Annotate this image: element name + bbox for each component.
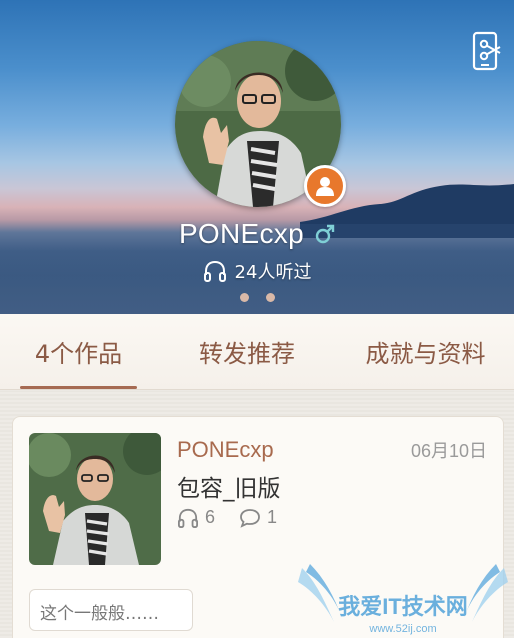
work-date: 06月10日: [410, 441, 487, 461]
carousel-dots: [0, 293, 514, 302]
comment-preview[interactable]: 这个一般般……: [29, 589, 193, 631]
male-icon: [315, 224, 335, 244]
work-stats: 6 1: [177, 507, 277, 528]
work-title[interactable]: 包容_旧版: [177, 469, 281, 503]
comment-icon: [240, 508, 260, 528]
user-badge-icon: [316, 177, 334, 196]
work-cover-image: [29, 433, 161, 565]
headphones-icon: [203, 260, 226, 282]
tab-works[interactable]: 4个作品: [0, 314, 157, 389]
profile-name-row: PONEcxp: [0, 218, 514, 250]
verified-user-badge: [304, 165, 346, 207]
scissors-phone-icon: [472, 31, 501, 71]
profile-header: PONEcxp 24人听过: [0, 0, 514, 314]
comment-count: 1: [267, 507, 278, 527]
listener-count-row: 24人听过: [0, 258, 514, 284]
carousel-dot[interactable]: [265, 293, 275, 302]
headphones-icon: [178, 508, 198, 528]
clip-share-button[interactable]: [468, 30, 504, 74]
profile-username: PONEcxp: [178, 218, 304, 249]
tab-achievements[interactable]: 成就与资料: [337, 314, 514, 389]
tab-reposts[interactable]: 转发推荐: [157, 314, 337, 389]
work-thumbnail[interactable]: [29, 433, 161, 565]
carousel-dot[interactable]: [239, 293, 249, 302]
profile-tab-bar: 4个作品 转发推荐 成就与资料: [0, 314, 514, 390]
work-card[interactable]: PONEcxp 06月10日 包容_旧版 6 1 这个一般般……: [12, 416, 504, 638]
work-author[interactable]: PONEcxp: [177, 437, 274, 463]
works-feed: PONEcxp 06月10日 包容_旧版 6 1 这个一般般……: [0, 391, 514, 638]
listen-count: 6: [205, 507, 216, 527]
listener-count-text: 24人听过: [234, 262, 312, 283]
